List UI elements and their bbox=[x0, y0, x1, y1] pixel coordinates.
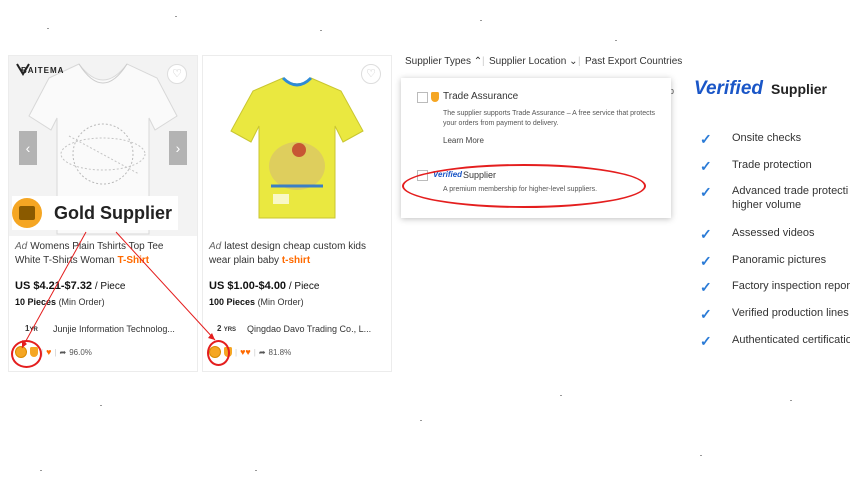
annotation-line bbox=[115, 231, 216, 341]
annotation-overlay bbox=[21, 231, 216, 349]
annotation-circle bbox=[11, 340, 42, 368]
annotation-line bbox=[21, 231, 87, 349]
annotation-circle bbox=[207, 340, 230, 366]
annotation-oval bbox=[402, 164, 646, 208]
